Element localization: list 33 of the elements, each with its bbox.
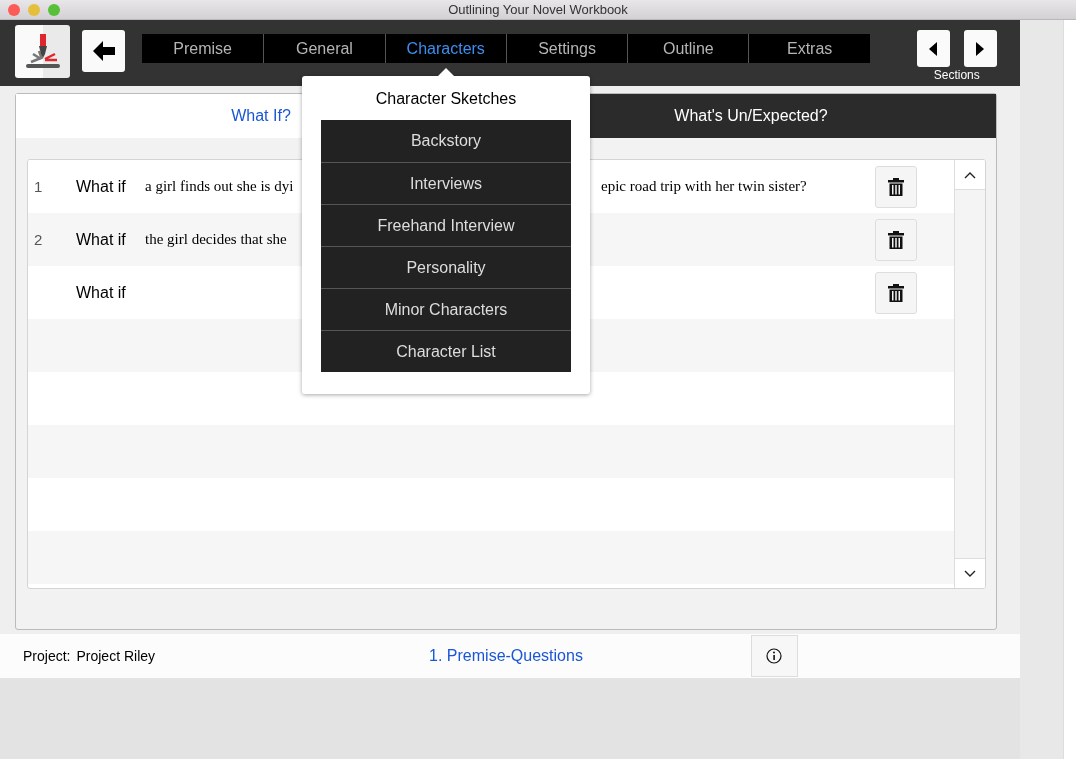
row-number: 1 [33, 178, 44, 195]
page-link[interactable]: 1. Premise-Questions [429, 647, 583, 665]
what-if-label: What if [76, 177, 127, 196]
sections-label: Sections [933, 68, 980, 82]
what-if-label: What if [76, 230, 127, 249]
scroll-up-button[interactable] [955, 160, 985, 190]
info-button[interactable] [750, 635, 798, 677]
previous-section-button[interactable] [916, 30, 950, 67]
trash-icon [888, 230, 904, 249]
chevron-up-icon [964, 170, 976, 179]
scrollbar[interactable] [954, 160, 985, 588]
delete-button[interactable] [875, 165, 917, 208]
right-triangle-icon [976, 41, 985, 56]
row-number: 2 [33, 231, 44, 248]
delete-button[interactable] [875, 271, 917, 314]
window-title: Outlining Your Novel Workbook [448, 2, 628, 17]
question-text: a girl finds out she is dyi [145, 178, 294, 195]
project-label: Project: [23, 648, 71, 664]
project-name: Project Riley [76, 648, 156, 664]
chevron-down-icon [964, 569, 976, 578]
trash-icon [888, 177, 904, 196]
question-text: the girl decides that she [145, 231, 287, 248]
delete-button[interactable] [875, 218, 917, 261]
app-logo-button[interactable] [15, 25, 70, 78]
next-section-button[interactable] [963, 30, 997, 67]
info-icon [766, 648, 783, 664]
left-triangle-icon [929, 41, 938, 56]
what-if-label: What if [76, 283, 127, 302]
left-arrow-icon [92, 41, 115, 61]
trash-icon [888, 283, 904, 302]
back-button[interactable] [82, 30, 125, 72]
question-text: epic road trip with her twin sister? [601, 178, 807, 195]
scroll-down-button[interactable] [955, 558, 985, 588]
